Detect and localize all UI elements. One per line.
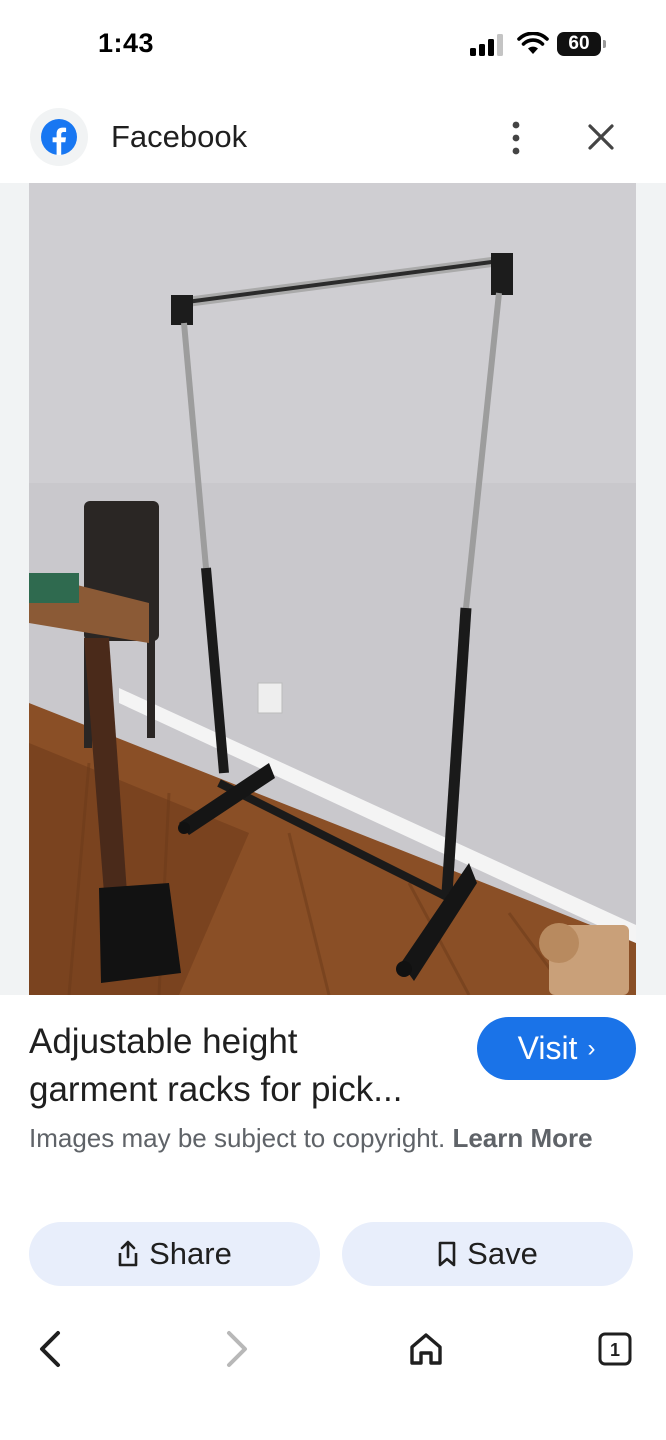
tab-count-icon: 1 xyxy=(598,1332,632,1366)
copyright-text: Images may be subject to copyright. xyxy=(29,1123,446,1153)
share-button[interactable]: Share xyxy=(29,1222,320,1286)
result-title-line-1: Adjustable height xyxy=(29,1022,298,1061)
learn-more-link[interactable]: Learn More xyxy=(452,1123,592,1153)
battery-icon: 60 xyxy=(557,32,601,56)
visit-label: Visit xyxy=(517,1030,578,1066)
save-label: Save xyxy=(467,1236,538,1271)
wifi-icon xyxy=(517,32,549,54)
facebook-logo-icon xyxy=(41,119,77,155)
copyright-notice: Images may be subject to copyright. Lear… xyxy=(29,1120,629,1157)
bottom-navigation: 1 xyxy=(0,1310,666,1390)
site-name[interactable]: Facebook xyxy=(111,119,247,155)
bookmark-icon xyxy=(438,1241,456,1267)
home-icon xyxy=(410,1333,442,1365)
image-preview-area xyxy=(0,183,666,995)
back-arrow-icon xyxy=(40,1331,60,1367)
signal-icon xyxy=(470,34,503,56)
status-bar: 1:43 60 xyxy=(0,0,666,92)
save-button[interactable]: Save xyxy=(342,1222,633,1286)
status-time: 1:43 xyxy=(98,28,155,58)
chevron-right-icon: › xyxy=(587,1034,596,1062)
home-button[interactable] xyxy=(401,1324,451,1374)
visit-button[interactable]: Visit › xyxy=(477,1017,636,1080)
tab-count: 1 xyxy=(610,1340,620,1360)
source-header: Facebook xyxy=(0,100,666,182)
result-title-line-2: garment racks for pick... xyxy=(29,1070,403,1109)
garment-rack-photo[interactable] xyxy=(29,183,636,995)
tabs-button[interactable]: 1 xyxy=(590,1324,640,1374)
forward-arrow-icon xyxy=(227,1331,247,1367)
more-vert-icon[interactable] xyxy=(500,118,532,158)
result-title[interactable]: Adjustable height garment racks for pick… xyxy=(29,1018,459,1114)
back-button[interactable] xyxy=(25,1324,75,1374)
share-label: Share xyxy=(149,1236,232,1271)
close-icon[interactable] xyxy=(584,120,618,154)
forward-button[interactable] xyxy=(212,1324,262,1374)
share-icon xyxy=(118,1240,138,1267)
battery-tip xyxy=(603,40,606,48)
site-favicon xyxy=(30,108,88,166)
